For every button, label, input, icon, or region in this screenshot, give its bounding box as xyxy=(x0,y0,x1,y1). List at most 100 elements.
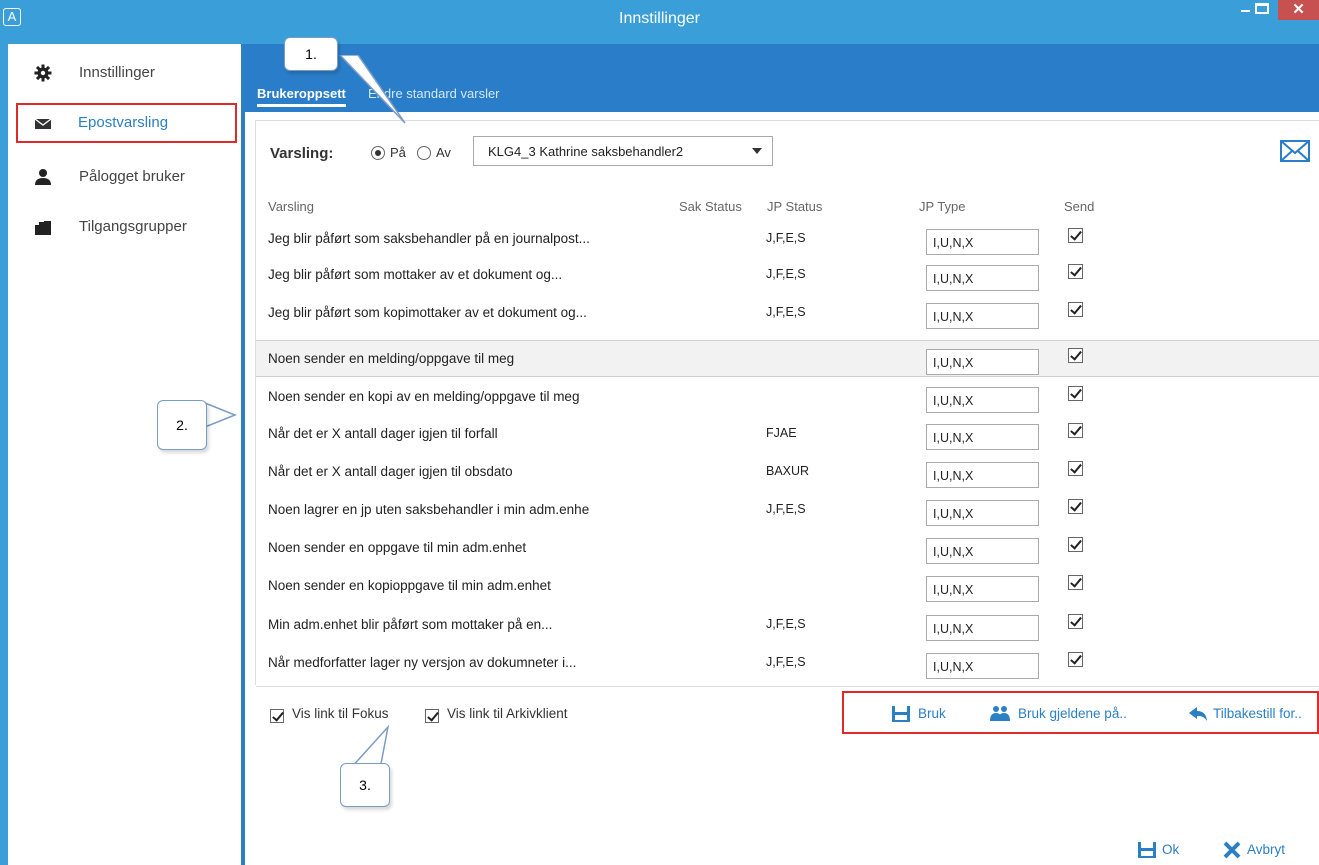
row-jp-type-input[interactable]: I,U,N,X xyxy=(926,424,1039,450)
window-title: Innstillinger xyxy=(619,10,700,27)
sidebar-item-innstillinger[interactable]: Innstillinger xyxy=(22,53,232,93)
row-jp-status: J,F,E,S xyxy=(766,267,806,281)
row-text: Når det er X antall dager igjen til forf… xyxy=(268,426,498,441)
row-text: Noen lagrer en jp uten saksbehandler i m… xyxy=(268,502,590,517)
row-jp-status: J,F,E,S xyxy=(766,231,806,245)
sidebar-item-label: Innstillinger xyxy=(79,64,155,81)
row-jp-status: BAXUR xyxy=(766,464,810,478)
row-jp-status: FJAE xyxy=(766,426,797,440)
gear-icon xyxy=(34,64,52,82)
mail-icon[interactable] xyxy=(1280,140,1310,162)
header-sak-status: Sak Status xyxy=(679,199,742,214)
arkiv-link-label: Vis link til Arkivklient xyxy=(447,706,568,721)
row-text: Noen sender en kopioppgave til min adm.e… xyxy=(268,578,551,593)
header-jp-status: JP Status xyxy=(767,199,823,214)
table-row[interactable]: Jeg blir påført som mottaker av et dokum… xyxy=(256,257,1319,294)
row-send-checkbox[interactable] xyxy=(1068,228,1083,243)
table-row[interactable]: Når det er X antall dager igjen til forf… xyxy=(256,416,1319,453)
sidebar-item-epostvarsling[interactable]: Epostvarsling xyxy=(16,103,237,143)
row-jp-type-value: I,U,N,X xyxy=(933,469,974,483)
row-jp-type-input[interactable]: I,U,N,X xyxy=(926,653,1039,679)
window-left-border xyxy=(0,44,8,865)
row-jp-status: J,F,E,S xyxy=(766,502,806,516)
row-jp-type-value: I,U,N,X xyxy=(933,622,974,636)
table-row[interactable]: Når det er X antall dager igjen til obsd… xyxy=(256,454,1319,491)
row-jp-type-input[interactable]: I,U,N,X xyxy=(926,576,1039,602)
header-jp-type: JP Type xyxy=(919,199,966,214)
row-jp-type-input[interactable]: I,U,N,X xyxy=(926,462,1039,488)
row-jp-type-input[interactable]: I,U,N,X xyxy=(926,387,1039,413)
arkiv-link-checkbox[interactable] xyxy=(425,709,439,723)
maximize-button[interactable] xyxy=(1255,3,1269,14)
row-jp-status: J,F,E,S xyxy=(766,655,806,669)
row-text: Når medforfatter lager ny versjon av dok… xyxy=(268,655,577,670)
main-left-border xyxy=(241,44,245,865)
row-jp-type-input[interactable]: I,U,N,X xyxy=(926,538,1039,564)
row-send-checkbox[interactable] xyxy=(1068,386,1083,401)
table-row[interactable]: Noen lagrer en jp uten saksbehandler i m… xyxy=(256,492,1319,529)
row-jp-type-input[interactable]: I,U,N,X xyxy=(926,303,1039,329)
table-row[interactable]: Noen sender en kopioppgave til min adm.e… xyxy=(256,568,1319,605)
row-text: Min adm.enhet blir påført som mottaker p… xyxy=(268,617,553,632)
user-select[interactable]: KLG4_3 Kathrine saksbehandler2 xyxy=(473,136,773,166)
radio-av[interactable] xyxy=(417,146,431,160)
row-send-checkbox[interactable] xyxy=(1068,348,1083,363)
table-row[interactable]: Når medforfatter lager ny versjon av dok… xyxy=(256,645,1319,682)
title-bar: A Innstillinger ✕ xyxy=(0,0,1319,44)
row-send-checkbox[interactable] xyxy=(1068,302,1083,317)
table-row[interactable]: Noen sender en oppgave til min adm.enhet… xyxy=(256,530,1319,567)
row-send-checkbox[interactable] xyxy=(1068,423,1083,438)
tilbakestill-button[interactable]: Tilbakestill for.. xyxy=(1213,706,1302,721)
sidebar-item-tilgangsgrupper[interactable]: Tilgangsgrupper xyxy=(22,207,232,247)
table-row[interactable]: Jeg blir påført som kopimottaker av et d… xyxy=(256,295,1319,332)
row-jp-type-input[interactable]: I,U,N,X xyxy=(926,349,1039,375)
table-row[interactable]: Jeg blir påført som saksbehandler på en … xyxy=(256,221,1319,258)
save-icon xyxy=(1138,842,1156,858)
row-jp-type-value: I,U,N,X xyxy=(933,583,974,597)
fokus-link-checkbox[interactable] xyxy=(270,709,284,723)
row-send-checkbox[interactable] xyxy=(1068,652,1083,667)
people-icon xyxy=(990,706,1010,721)
row-send-checkbox[interactable] xyxy=(1068,499,1083,514)
close-button[interactable]: ✕ xyxy=(1278,0,1319,20)
group-icon xyxy=(35,221,51,235)
envelope-icon xyxy=(34,118,52,129)
avbryt-button[interactable]: Avbryt xyxy=(1247,842,1285,857)
callout-2: 2. xyxy=(157,400,207,450)
radio-pa[interactable] xyxy=(371,146,385,160)
row-jp-type-input[interactable]: I,U,N,X xyxy=(926,500,1039,526)
row-text: Jeg blir påført som saksbehandler på en … xyxy=(268,231,590,246)
row-jp-type-input[interactable]: I,U,N,X xyxy=(926,615,1039,641)
row-jp-status: J,F,E,S xyxy=(766,305,806,319)
row-jp-type-value: I,U,N,X xyxy=(933,431,974,445)
row-send-checkbox[interactable] xyxy=(1068,461,1083,476)
row-send-checkbox[interactable] xyxy=(1068,537,1083,552)
row-text: Noen sender en kopi av en melding/oppgav… xyxy=(268,389,580,404)
row-jp-type-value: I,U,N,X xyxy=(933,545,974,559)
undo-icon xyxy=(1189,707,1207,721)
callout-1-pointer xyxy=(338,55,406,124)
row-jp-status: J,F,E,S xyxy=(766,617,806,631)
row-jp-type-value: I,U,N,X xyxy=(933,394,974,408)
row-jp-type-value: I,U,N,X xyxy=(933,310,974,324)
bruk-button[interactable]: Bruk xyxy=(918,706,946,721)
table-row[interactable]: Noen sender en kopi av en melding/oppgav… xyxy=(256,379,1319,416)
varsling-label: Varsling: xyxy=(270,145,334,162)
row-send-checkbox[interactable] xyxy=(1068,614,1083,629)
row-send-checkbox[interactable] xyxy=(1068,575,1083,590)
row-send-checkbox[interactable] xyxy=(1068,264,1083,279)
minimize-button[interactable] xyxy=(1236,1,1256,19)
row-jp-type-input[interactable]: I,U,N,X xyxy=(926,229,1039,255)
table-row[interactable]: Noen sender en melding/oppgave til meg I… xyxy=(256,340,1319,377)
table-row[interactable]: Min adm.enhet blir påført som mottaker p… xyxy=(256,607,1319,644)
sidebar-item-palogget-bruker[interactable]: Pålogget bruker xyxy=(22,157,232,197)
row-text: Noen sender en melding/oppgave til meg xyxy=(268,351,515,366)
header-varsling: Varsling xyxy=(268,199,315,214)
row-text: Jeg blir påført som kopimottaker av et d… xyxy=(268,305,587,320)
row-jp-type-value: I,U,N,X xyxy=(933,356,974,370)
chevron-down-icon xyxy=(752,148,762,154)
bruk-gjeldende-button[interactable]: Bruk gjeldene på.. xyxy=(1018,706,1127,721)
ok-button[interactable]: Ok xyxy=(1162,842,1179,857)
row-jp-type-value: I,U,N,X xyxy=(933,507,974,521)
row-jp-type-input[interactable]: I,U,N,X xyxy=(926,265,1039,291)
